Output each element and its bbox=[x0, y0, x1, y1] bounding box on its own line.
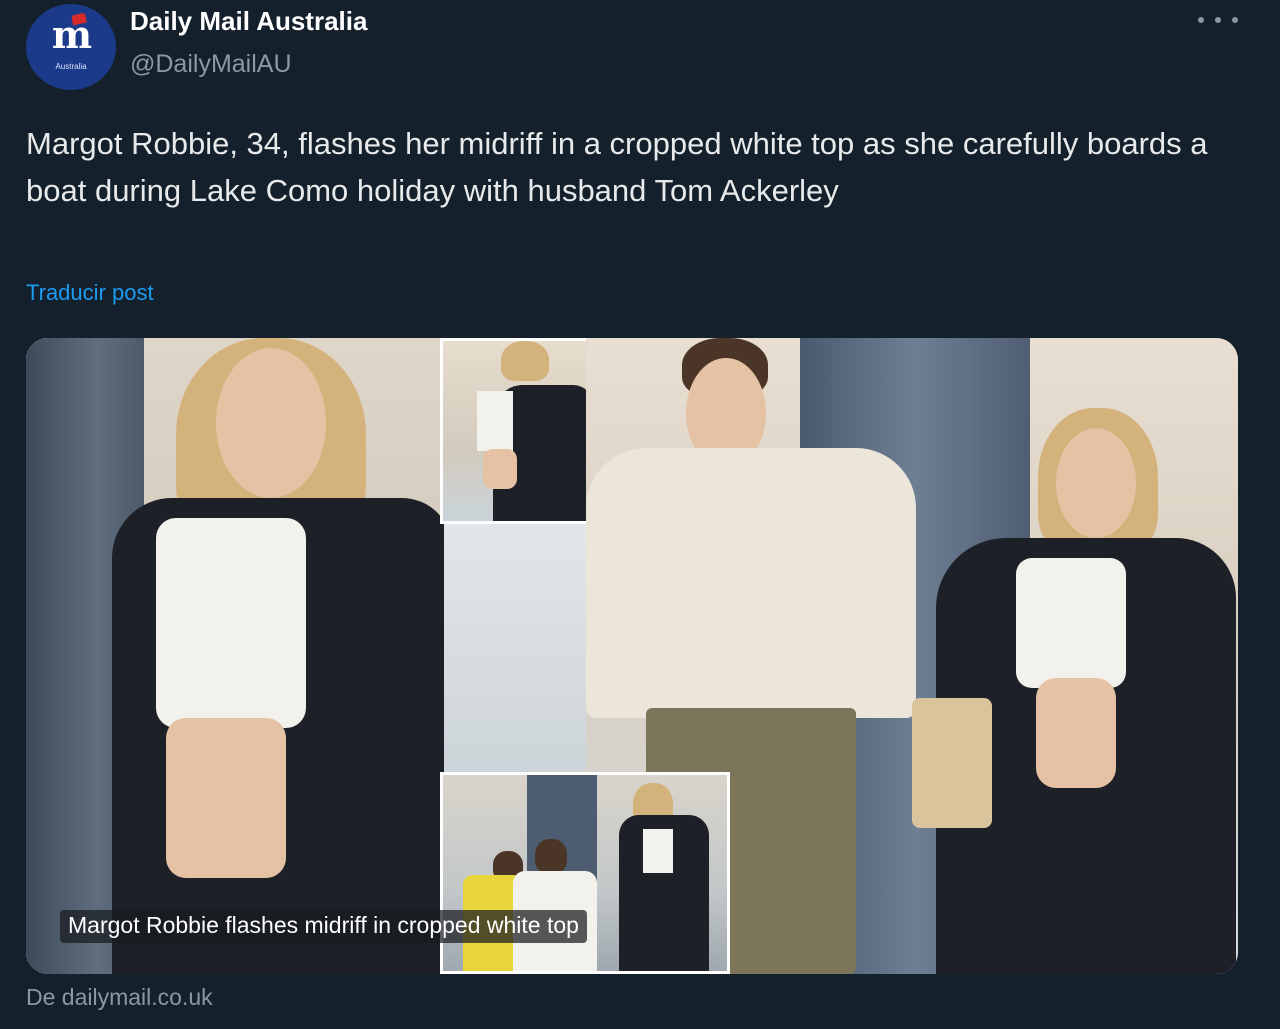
link-source[interactable]: De dailymail.co.uk bbox=[26, 984, 213, 1011]
tweet: m Australia Daily Mail Australia @DailyM… bbox=[0, 0, 1280, 1029]
image-caption: Margot Robbie flashes midriff in cropped… bbox=[60, 910, 587, 943]
display-name[interactable]: Daily Mail Australia bbox=[130, 6, 367, 37]
account-handle[interactable]: @DailyMailAU bbox=[130, 50, 292, 79]
avatar[interactable]: m Australia bbox=[26, 4, 116, 90]
post-text: Margot Robbie, 34, flashes her midriff i… bbox=[26, 126, 1208, 208]
photo-panel-left bbox=[26, 338, 446, 974]
avatar-subtext: Australia bbox=[55, 62, 87, 71]
more-options-icon[interactable] bbox=[1198, 8, 1238, 32]
photo-inset-bottom bbox=[440, 772, 730, 974]
translate-post-link[interactable]: Traducir post bbox=[26, 280, 154, 306]
photo-inset-top bbox=[440, 338, 604, 524]
media-image[interactable]: Margot Robbie flashes midriff in cropped… bbox=[26, 338, 1238, 974]
